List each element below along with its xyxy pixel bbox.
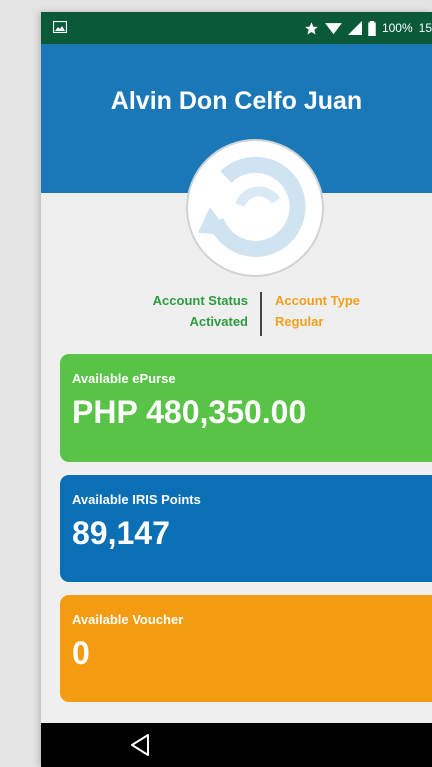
account-type-value: Regular [275,314,324,329]
refresh-logo-icon [198,156,306,257]
clock: 15 [418,21,432,35]
account-type: Account Type Regular [275,290,360,332]
account-type-label: Account Type [275,293,360,308]
star-icon [305,21,318,34]
epurse-value: PHP 480,350.00 [72,394,307,430]
status-bar: 100% 15 [41,12,432,44]
iris-points-value: 89,147 [72,515,170,551]
voucher-card[interactable]: Available Voucher 0 [60,595,432,702]
gallery-notification-icon [53,21,67,33]
signal-icon [347,21,362,35]
account-status-label: Account Status [152,293,248,308]
account-info: Account Status Activated Account Type Re… [41,290,432,340]
profile-name: Alvin Don Celfo Juan [110,87,363,115]
navigation-bar [41,723,432,767]
status-icons: 100% 15 [304,12,432,44]
epurse-card[interactable]: Available ePurse PHP 480,350.00 [60,354,432,462]
account-status-value: Activated [189,314,248,329]
account-status: Account Status Activated [153,290,248,332]
wifi-icon [325,23,342,35]
app-screen: 100% 15 Alvin Don Celfo Juan Account Sta… [41,12,432,767]
voucher-label: Available Voucher [72,612,184,627]
avatar[interactable] [186,139,324,277]
info-divider [260,292,262,336]
battery-icon [368,20,376,36]
iris-points-label: Available IRIS Points [72,492,201,507]
epurse-label: Available ePurse [72,371,176,386]
battery-percent: 100% [381,21,413,35]
iris-points-card[interactable]: Available IRIS Points 89,147 [60,475,432,582]
back-icon[interactable] [129,733,151,757]
voucher-value: 0 [72,635,90,671]
